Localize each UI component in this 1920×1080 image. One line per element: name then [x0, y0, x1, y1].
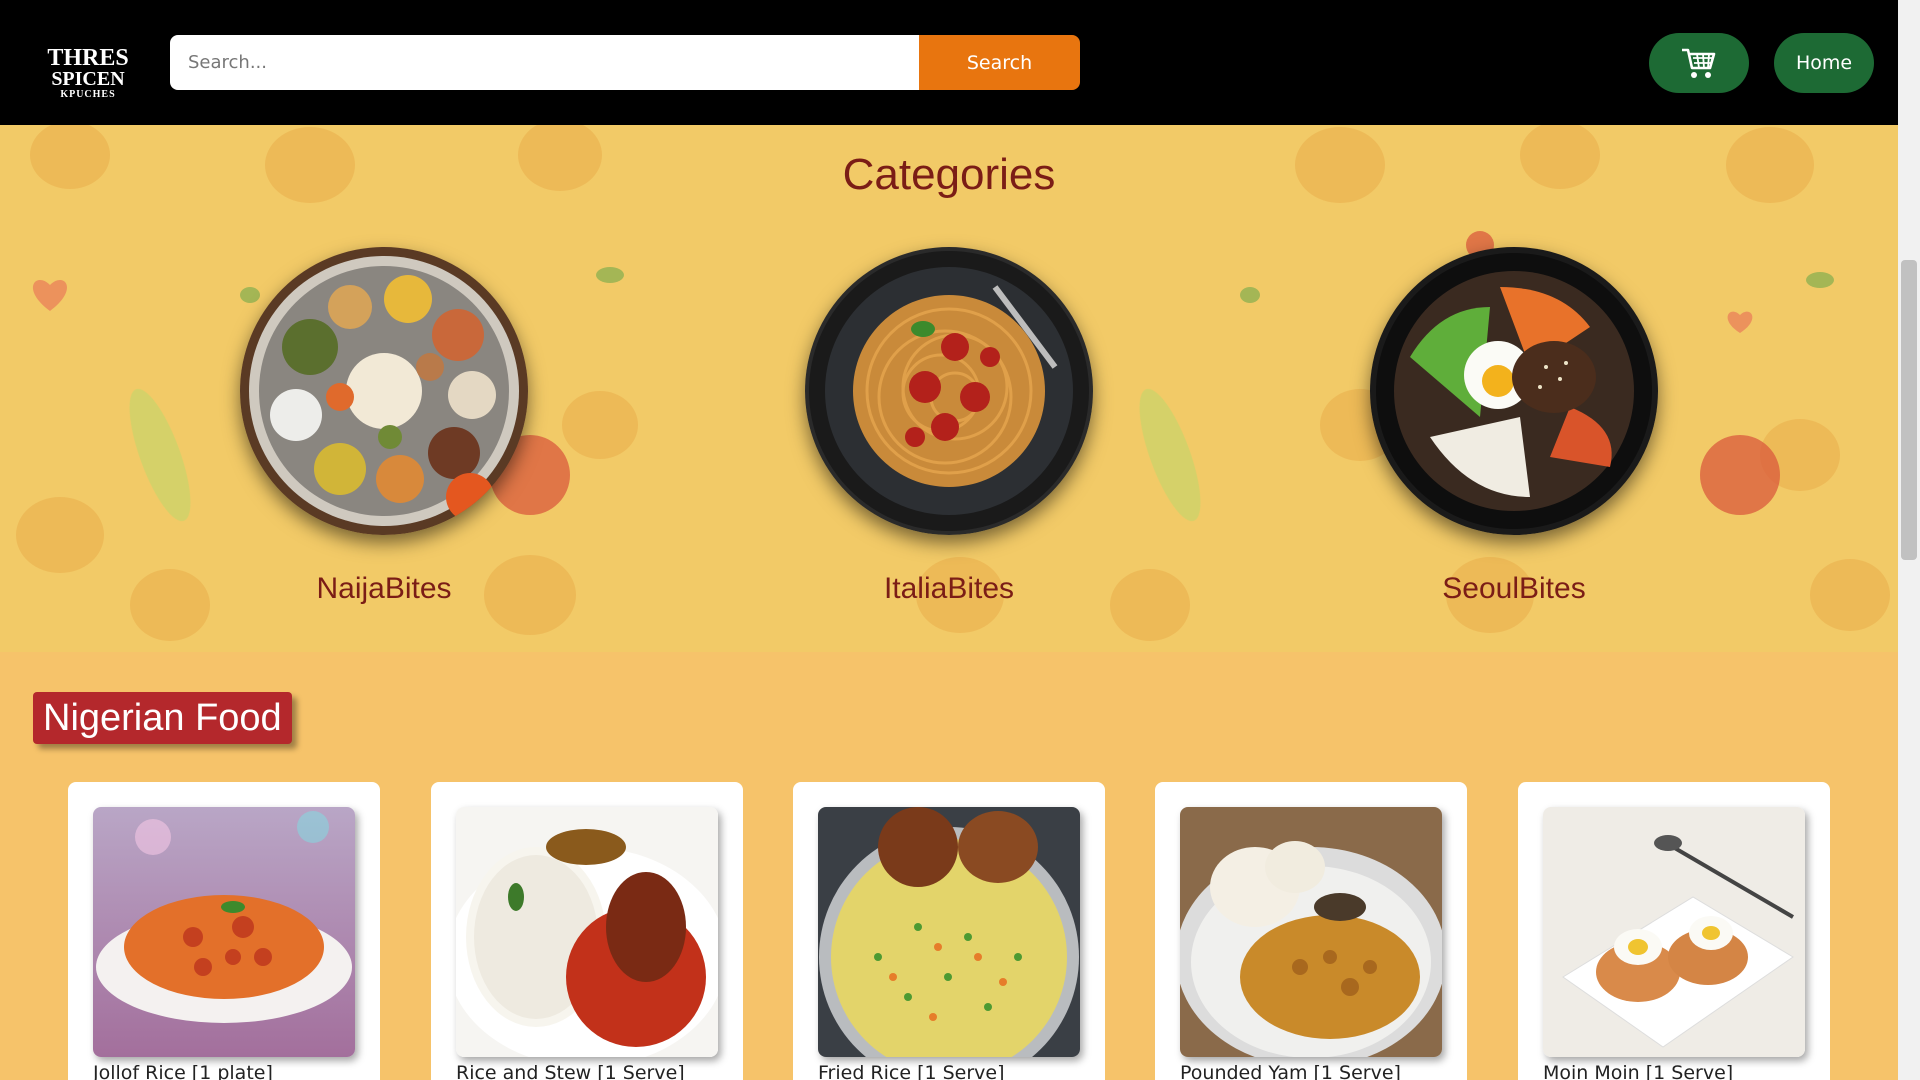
- top-navbar: THRES SPICEN KPUCHES Search Home: [0, 0, 1898, 125]
- brand-logo[interactable]: THRES SPICEN KPUCHES: [36, 46, 140, 100]
- food-image[interactable]: [93, 807, 355, 1057]
- category-italiabites[interactable]: ItaliaBites: [799, 247, 1099, 647]
- food-card-fried-rice[interactable]: Fried Rice [1 Serve]: [793, 782, 1105, 1080]
- food-name: Pounded Yam [1 Serve]: [1180, 1062, 1401, 1080]
- category-seoulbites[interactable]: SeoulBites: [1364, 247, 1664, 647]
- section-title-nigerian-food: Nigerian Food: [33, 692, 292, 744]
- cart-button[interactable]: [1649, 33, 1749, 93]
- food-card-moin-moin[interactable]: Moin Moin [1 Serve]: [1518, 782, 1830, 1080]
- italiabites-image[interactable]: [805, 247, 1093, 535]
- food-image[interactable]: [456, 807, 718, 1057]
- search-input[interactable]: [170, 35, 919, 90]
- shopping-cart-icon: [1682, 48, 1716, 78]
- logo-line-2: SPICEN: [51, 68, 125, 90]
- search-button[interactable]: Search: [919, 35, 1080, 90]
- seoulbites-image[interactable]: [1370, 247, 1658, 535]
- food-card-jollof-rice[interactable]: Jollof Rice [1 plate]: [68, 782, 380, 1080]
- food-card-pounded-yam[interactable]: Pounded Yam [1 Serve]: [1155, 782, 1467, 1080]
- food-card-rice-and-stew[interactable]: Rice and Stew [1 Serve]: [431, 782, 743, 1080]
- food-image[interactable]: [1543, 807, 1805, 1057]
- category-label[interactable]: ItaliaBites: [799, 572, 1099, 606]
- food-name: Moin Moin [1 Serve]: [1543, 1062, 1734, 1080]
- logo-line-1: THRES: [47, 45, 129, 71]
- food-name: Rice and Stew [1 Serve]: [456, 1062, 685, 1080]
- category-label[interactable]: SeoulBites: [1364, 572, 1664, 606]
- food-name: Fried Rice [1 Serve]: [818, 1062, 1005, 1080]
- category-naijabites[interactable]: NaijaBites: [234, 247, 534, 647]
- food-image[interactable]: [818, 807, 1080, 1057]
- naijabites-image[interactable]: [240, 247, 528, 535]
- scrollbar-thumb[interactable]: [1901, 260, 1917, 560]
- home-button[interactable]: Home: [1774, 33, 1874, 93]
- logo-line-3: KPUCHES: [60, 89, 116, 100]
- food-image[interactable]: [1180, 807, 1442, 1057]
- food-name: Jollof Rice [1 plate]: [93, 1062, 273, 1080]
- categories-title: Categories: [842, 150, 1056, 199]
- category-label[interactable]: NaijaBites: [234, 572, 534, 606]
- categories-banner: Categories NaijaBites ItaliaBites SeoulB…: [0, 125, 1898, 652]
